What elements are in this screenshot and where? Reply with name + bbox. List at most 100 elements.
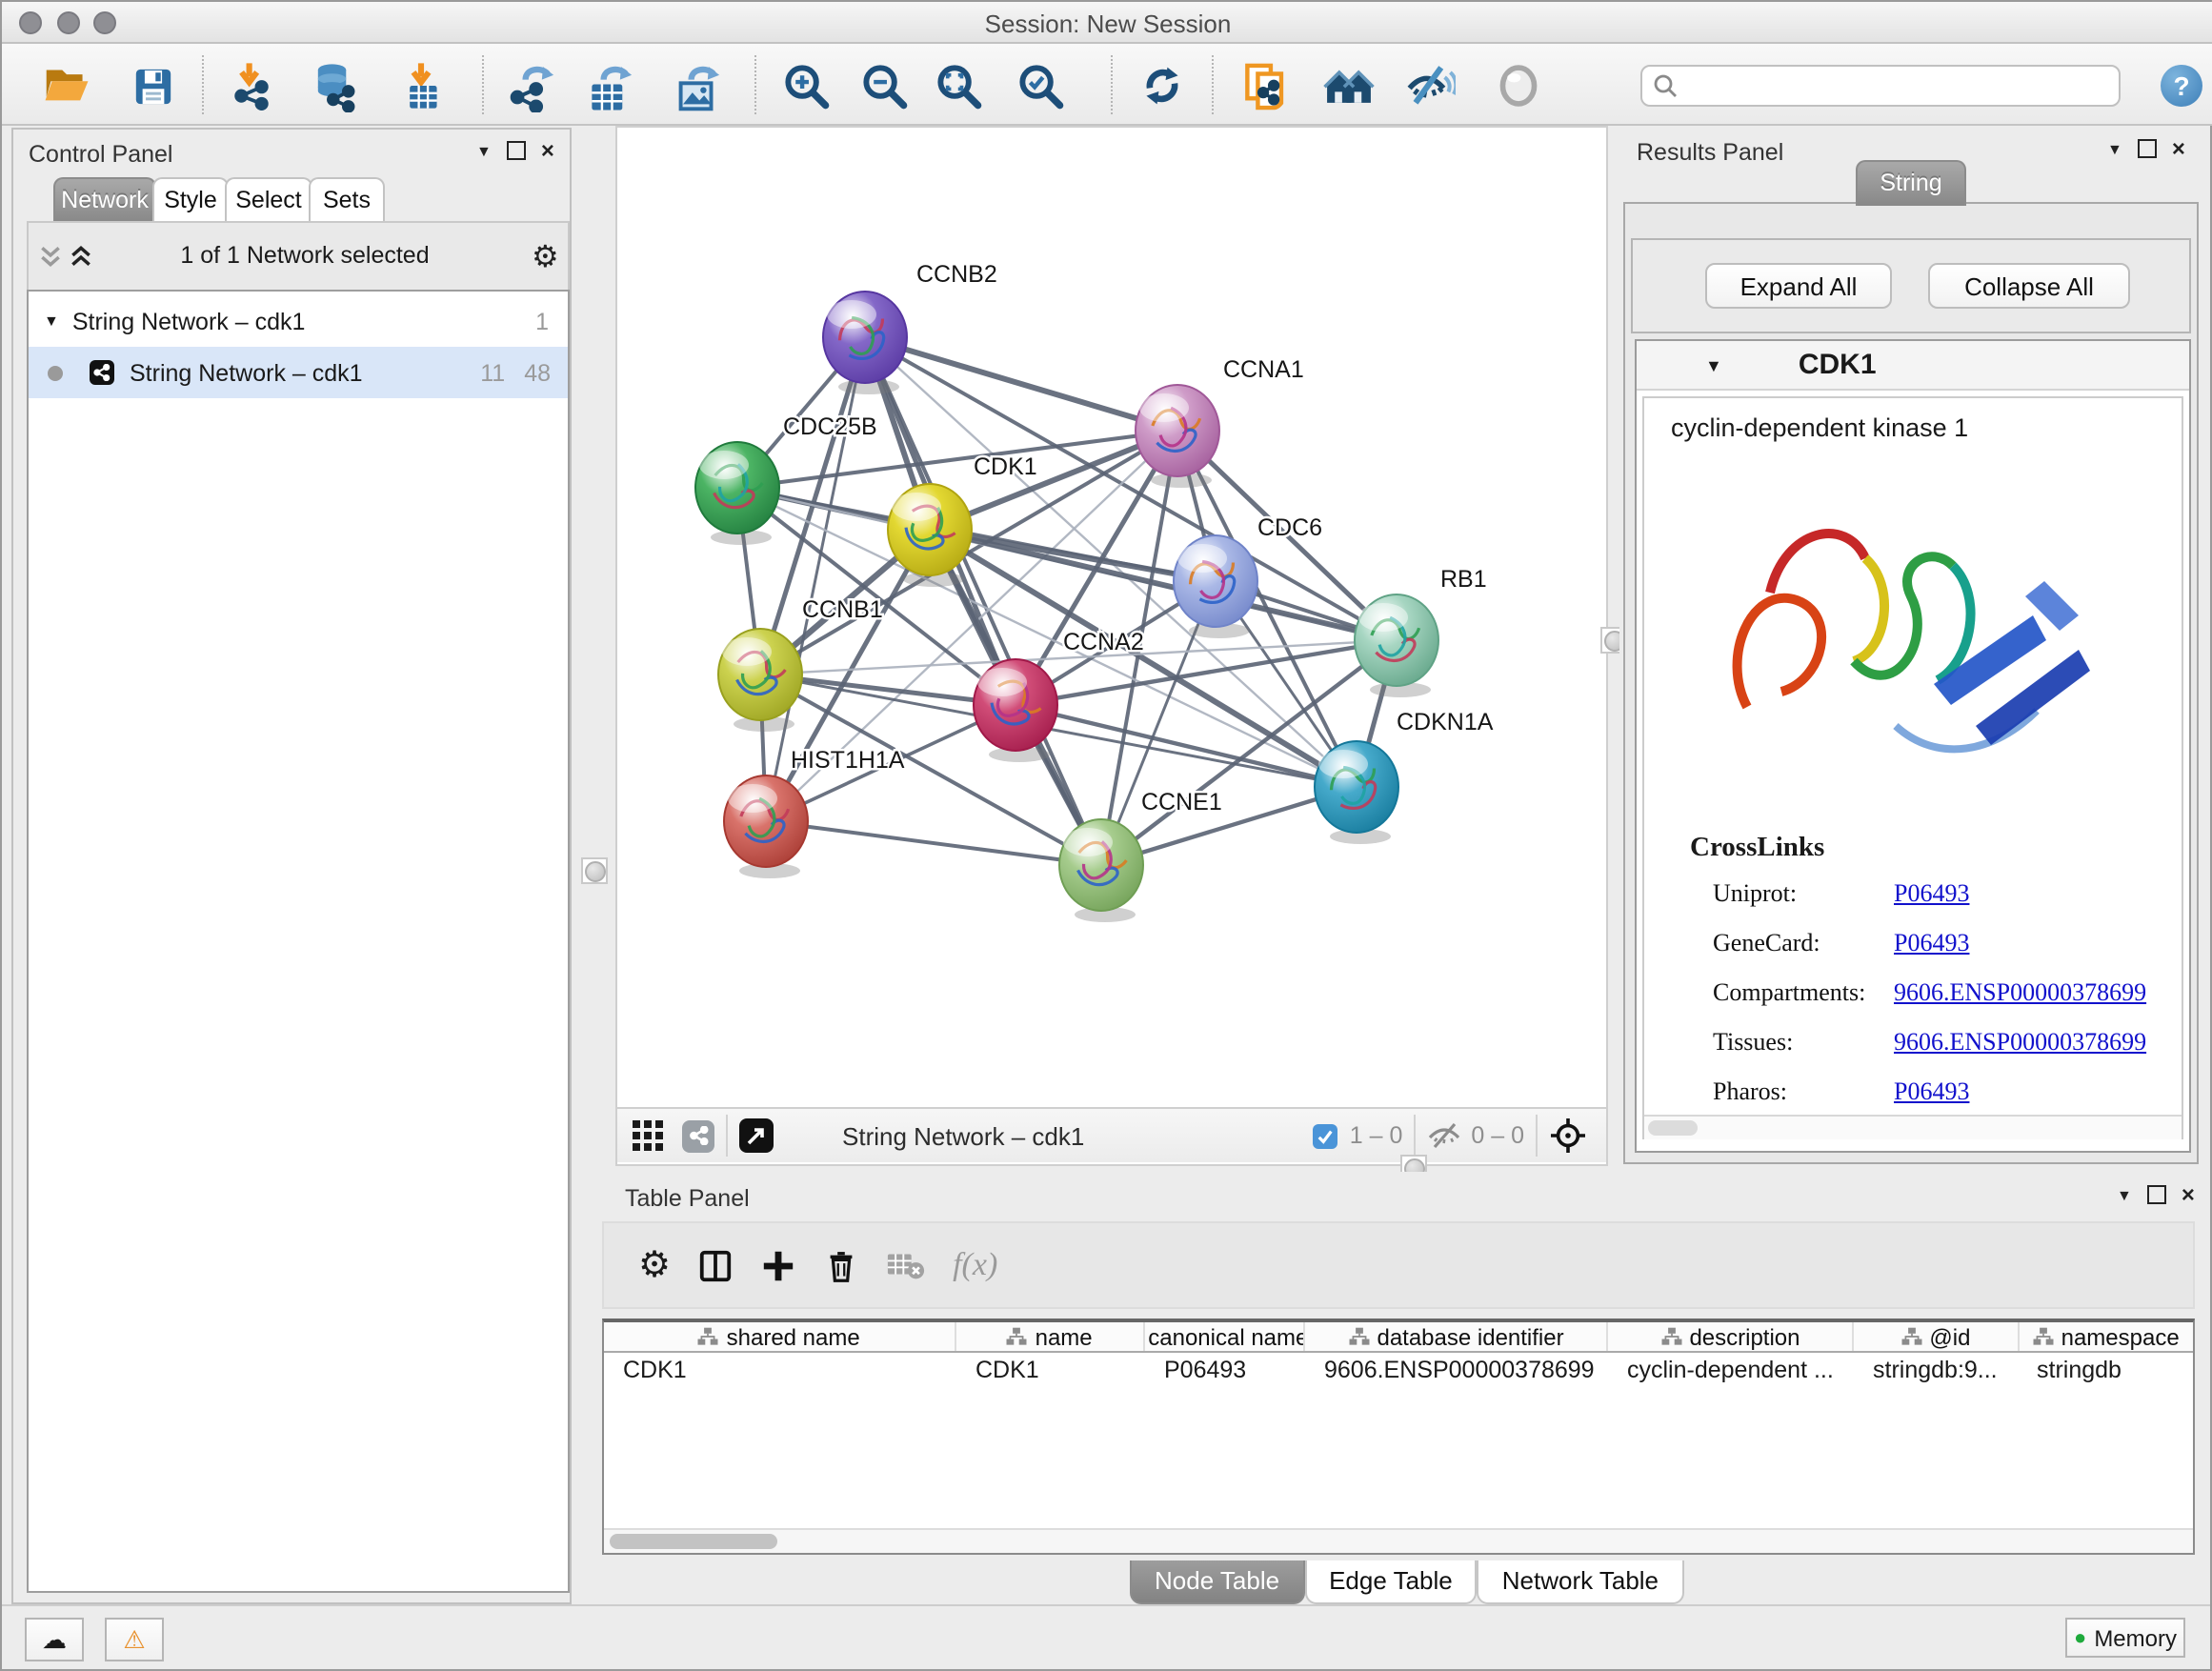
collapse-panel-icon[interactable]: ▼: [2107, 140, 2122, 157]
column-header[interactable]: name: [955, 1322, 1145, 1351]
memory-label: Memory: [2094, 1624, 2177, 1651]
network-edge[interactable]: [865, 337, 1177, 431]
genecard-link[interactable]: P06493: [1894, 928, 1969, 958]
tab-edge-table[interactable]: Edge Table: [1304, 1560, 1478, 1604]
column-header[interactable]: canonical name: [1145, 1322, 1306, 1351]
network-node-hist1h1a[interactable]: HIST1H1A: [724, 747, 905, 878]
title-bar: Session: New Session: [2, 2, 2212, 44]
zoom-fit-button[interactable]: [930, 57, 987, 114]
network-status-dot: [48, 365, 63, 380]
gene-card-hscrollbar[interactable]: [1644, 1115, 2182, 1139]
network-edge[interactable]: [1016, 705, 1357, 787]
warnings-button[interactable]: ⚠: [105, 1618, 164, 1661]
tab-string[interactable]: String: [1856, 160, 1966, 206]
network-node-cdkn1a[interactable]: CDKN1A: [1315, 709, 1494, 844]
tab-network-table[interactable]: Network Table: [1478, 1560, 1683, 1604]
selected-count-text: 1 – 0: [1350, 1122, 1403, 1149]
collection-expand-icon[interactable]: ▼: [44, 312, 59, 330]
gene-expand-icon[interactable]: ▼: [1705, 355, 1722, 374]
float-panel-icon[interactable]: [2138, 139, 2157, 158]
network-node-rb1[interactable]: RB1: [1355, 566, 1487, 697]
search-input[interactable]: [1679, 67, 2119, 105]
hide-selected-button[interactable]: [1400, 57, 1458, 114]
column-header[interactable]: namespace: [2019, 1322, 2193, 1351]
show-all-button-disabled[interactable]: [1490, 57, 1547, 114]
window-title: Session: New Session: [2, 10, 2212, 38]
add-column-icon[interactable]: [760, 1247, 796, 1283]
network-row[interactable]: String Network – cdk1 11 48: [29, 347, 568, 398]
network-node-ccne1[interactable]: CCNE1: [1059, 789, 1222, 922]
column-header[interactable]: @id: [1855, 1322, 2020, 1351]
tab-style[interactable]: Style: [152, 177, 229, 223]
refresh-button[interactable]: [1134, 57, 1191, 114]
import-network-database-button[interactable]: [305, 57, 362, 114]
new-network-from-selection-button[interactable]: [1237, 57, 1294, 114]
float-panel-icon[interactable]: [2147, 1185, 2166, 1204]
float-panel-icon[interactable]: [507, 141, 526, 160]
compartments-link[interactable]: 9606.ENSP00000378699: [1894, 977, 2146, 1008]
help-button[interactable]: ?: [2161, 65, 2202, 107]
tab-select[interactable]: Select: [225, 177, 312, 223]
detach-view-button[interactable]: [739, 1118, 774, 1153]
show-columns-icon[interactable]: [697, 1247, 734, 1283]
zoom-out-button[interactable]: [855, 57, 913, 114]
tab-network[interactable]: Network: [53, 177, 156, 223]
close-panel-icon[interactable]: ×: [2172, 139, 2185, 158]
vertical-splitter-handle-left[interactable]: [581, 857, 608, 884]
column-header[interactable]: description: [1608, 1322, 1854, 1351]
network-node-ccnb2[interactable]: CCNB2: [823, 261, 997, 394]
cloud-services-button[interactable]: ☁: [25, 1618, 84, 1661]
toolbar-separator: [754, 55, 756, 114]
protein-structure-image: [1705, 474, 2117, 798]
save-session-button[interactable]: [124, 57, 181, 114]
import-network-icon: [227, 61, 276, 111]
zoom-selected-icon: [1015, 60, 1066, 111]
tab-sets[interactable]: Sets: [309, 177, 385, 223]
tissues-link[interactable]: 9606.ENSP00000378699: [1894, 1027, 2146, 1057]
open-session-button[interactable]: [38, 57, 95, 114]
collapse-all-button[interactable]: Collapse All: [1928, 263, 2130, 309]
network-tree: ▼ String Network – cdk1 1 String Network…: [27, 290, 570, 1593]
import-table-icon: [396, 61, 446, 111]
network-edge[interactable]: [865, 337, 1101, 865]
collapse-panel-icon[interactable]: ▼: [2117, 1186, 2132, 1203]
network-edge[interactable]: [930, 530, 1397, 640]
delete-column-icon[interactable]: [823, 1247, 859, 1283]
network-edge[interactable]: [766, 821, 1101, 865]
collapse-panel-icon[interactable]: ▼: [476, 142, 492, 159]
column-type-icon: [698, 1326, 719, 1347]
zoom-in-button[interactable]: [777, 57, 835, 114]
table-hscrollbar[interactable]: [604, 1528, 2193, 1553]
import-table-file-button[interactable]: [392, 57, 450, 114]
expand-all-icon[interactable]: [69, 244, 93, 269]
network-node-ccnb1[interactable]: CCNB1: [718, 596, 883, 732]
zoom-selected-button[interactable]: [1012, 57, 1069, 114]
network-collection-row[interactable]: ▼ String Network – cdk1 1: [29, 295, 568, 347]
home-layout-button[interactable]: [1320, 57, 1377, 114]
export-table-button[interactable]: [581, 57, 638, 114]
import-network-file-button[interactable]: [223, 57, 280, 114]
uniprot-link[interactable]: P06493: [1894, 878, 1969, 909]
pharos-link[interactable]: P06493: [1894, 1077, 1969, 1107]
gene-card-header[interactable]: ▼ CDK1: [1637, 341, 2189, 391]
network-canvas[interactable]: CCNB2CCNA1CDC25BCDK1CDC6RB1CCNB1CCNA2CDK…: [615, 126, 1608, 1166]
network-view-icon[interactable]: [682, 1119, 714, 1152]
column-header[interactable]: shared name: [604, 1322, 955, 1351]
table-options-gear-icon[interactable]: ⚙: [638, 1243, 671, 1287]
memory-button[interactable]: ● Memory: [2065, 1618, 2185, 1658]
table-row[interactable]: CDK1 CDK1 P06493 9606.ENSP00000378699 cy…: [604, 1353, 2193, 1387]
expand-all-button[interactable]: Expand All: [1705, 263, 1892, 309]
network-from-selection-icon: [1239, 60, 1291, 111]
birds-eye-toggle-icon[interactable]: [1549, 1117, 1587, 1155]
column-header[interactable]: database identifier: [1306, 1322, 1609, 1351]
collapse-all-icon[interactable]: [38, 244, 63, 269]
export-network-button[interactable]: [503, 57, 560, 114]
selected-checkbox[interactable]: [1314, 1123, 1338, 1148]
grid-mode-icon[interactable]: [633, 1120, 663, 1151]
export-image-button[interactable]: [669, 57, 726, 114]
close-panel-icon[interactable]: ×: [2182, 1185, 2195, 1204]
tab-node-table[interactable]: Node Table: [1130, 1560, 1304, 1604]
network-options-gear-icon[interactable]: ⚙: [532, 238, 559, 276]
table-hscrollbar-thumb[interactable]: [610, 1534, 777, 1549]
close-panel-icon[interactable]: ×: [541, 141, 554, 160]
